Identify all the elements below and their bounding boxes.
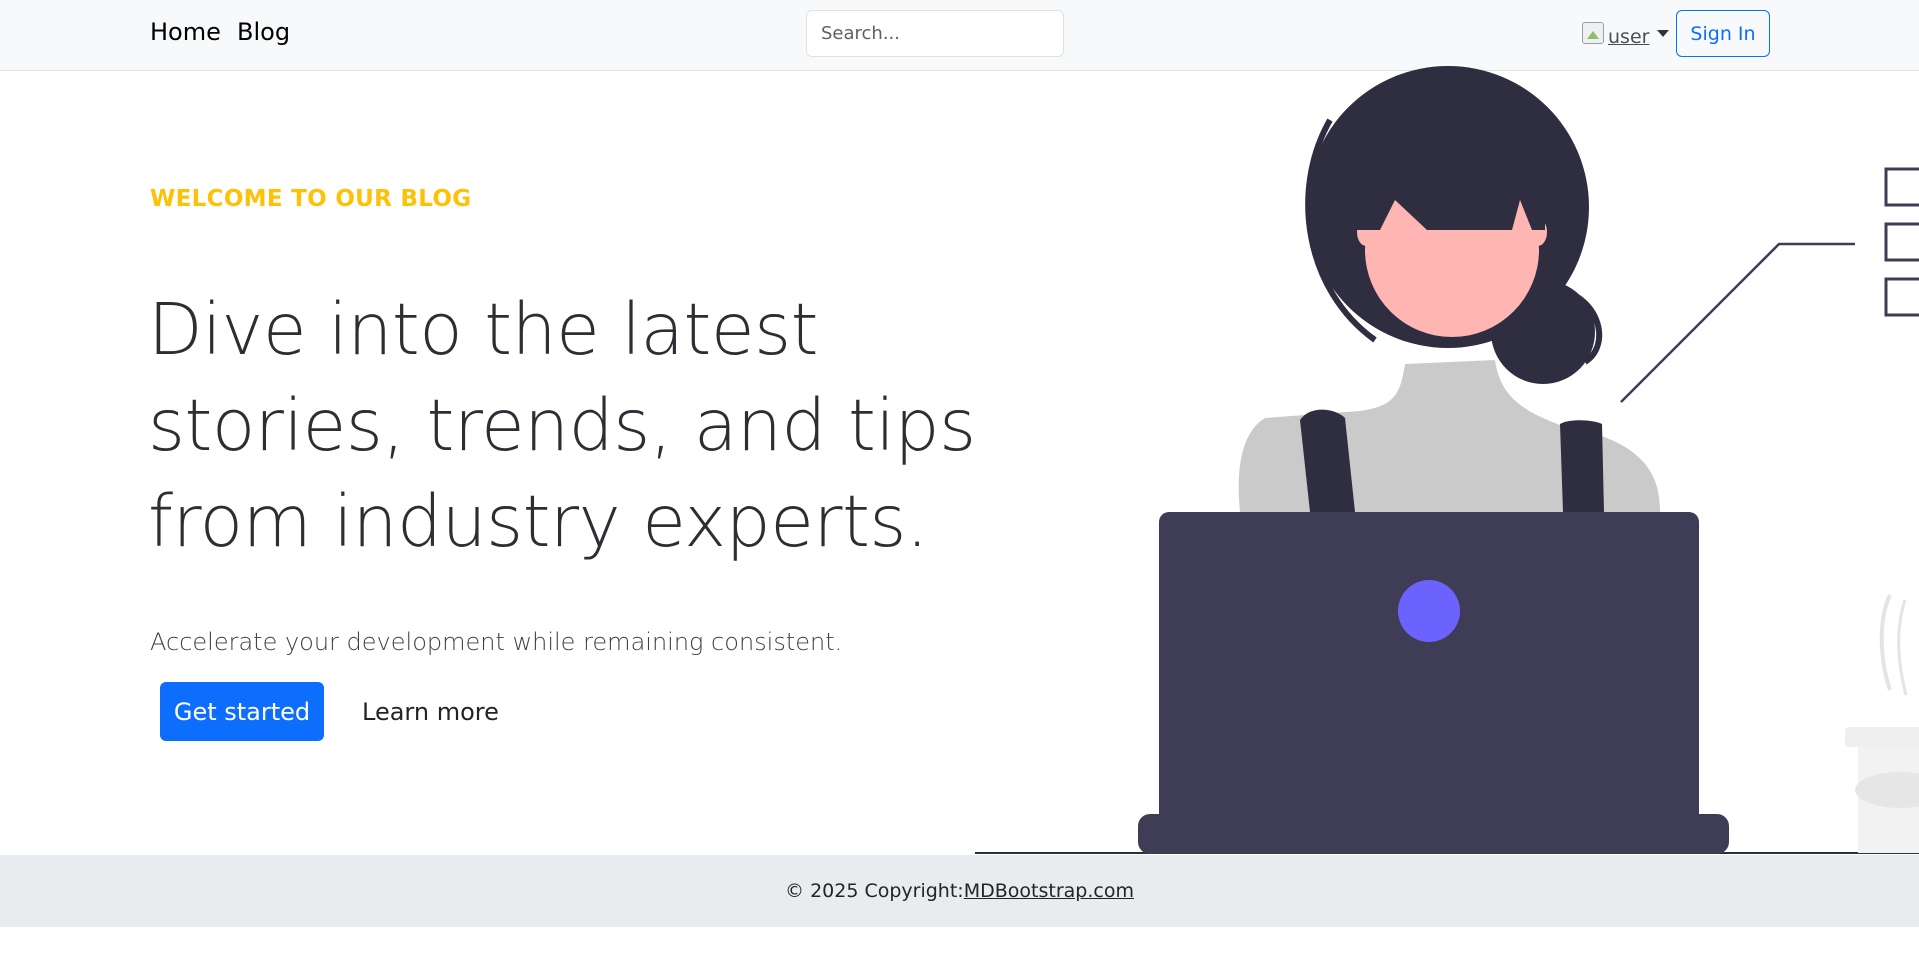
laptop-base <box>1138 814 1729 854</box>
connector-line <box>1620 242 1855 403</box>
laptop-logo-icon <box>1398 580 1460 642</box>
get-started-button[interactable]: Get started <box>160 682 324 741</box>
hero-headline: Dive into the latest stories, trends, an… <box>148 282 976 570</box>
hero-headline-line-3: from industry experts. <box>148 480 928 563</box>
checkbox-2-icon <box>1884 222 1919 262</box>
hero-eyebrow: WELCOME TO OUR BLOG <box>150 186 472 212</box>
footer: © 2025 Copyright: MDBootstrap.com <box>0 855 1919 927</box>
hero-lead: Accelerate your development while remain… <box>150 628 843 656</box>
plant-stem <box>1879 594 1892 691</box>
hero-headline-line-2: stories, trends, and tips <box>148 384 976 467</box>
checkbox-1-icon <box>1884 167 1919 207</box>
checkbox-3-icon <box>1884 277 1919 317</box>
footer-link[interactable]: MDBootstrap.com <box>964 880 1134 902</box>
footer-copyright: © 2025 Copyright: <box>785 880 964 902</box>
pot-rim <box>1845 727 1919 747</box>
hero-headline-line-1: Dive into the latest <box>148 288 818 371</box>
right-strap <box>1560 420 1604 512</box>
laptop-lid <box>1159 512 1699 837</box>
learn-more-button[interactable]: Learn more <box>352 682 509 741</box>
